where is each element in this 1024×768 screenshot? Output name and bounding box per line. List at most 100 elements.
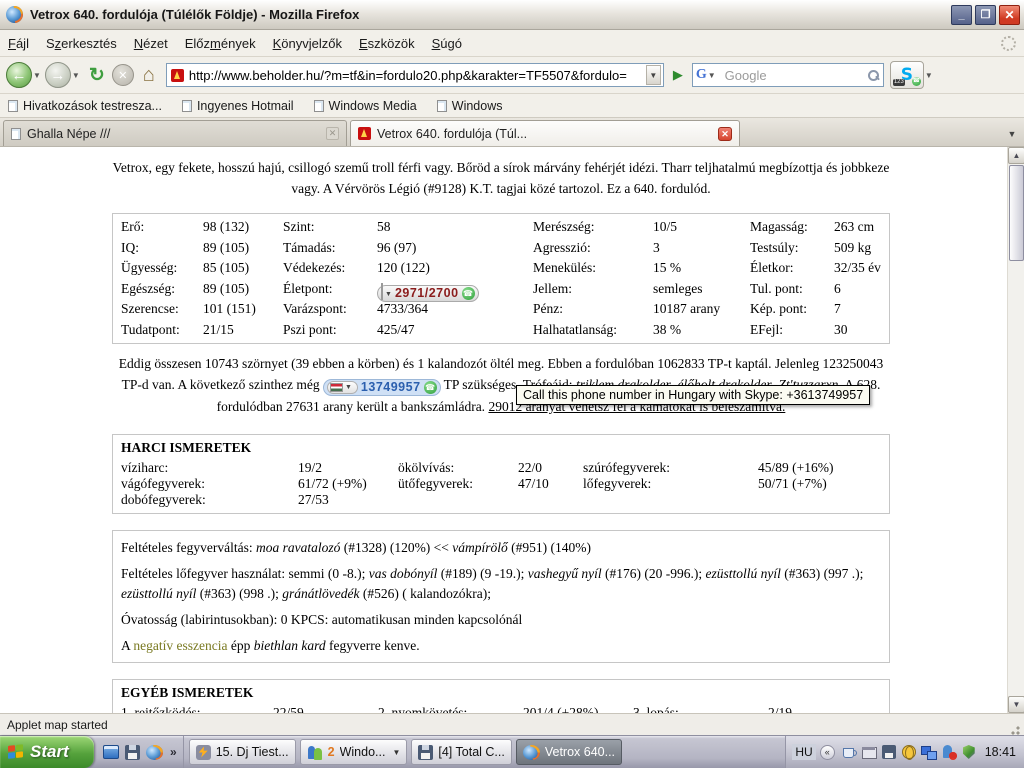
quick-launch-overflow[interactable]: » <box>170 745 177 759</box>
network-icon[interactable] <box>921 744 937 760</box>
vertical-scrollbar[interactable]: ▲ ▼ <box>1007 147 1024 713</box>
bookmark-label: Hivatkozások testresza... <box>23 99 162 113</box>
menu-knyvjelzk[interactable]: Könyvjelzők <box>273 36 342 51</box>
flag-dropdown-caret[interactable]: ▼ <box>345 377 352 398</box>
search-placeholder[interactable]: Google <box>725 68 867 83</box>
stat-cell: Jellem: <box>533 279 653 300</box>
tab-list-dropdown[interactable]: ▼ <box>1003 123 1021 145</box>
window-title: Vetrox 640. fordulója (Túlélők Földje) -… <box>30 7 948 22</box>
restore-button[interactable]: ❐ <box>975 5 996 25</box>
stat-cell: IQ: <box>121 238 203 259</box>
stat-cell: Életpont: <box>283 279 377 300</box>
stat-cell: Egészség: <box>121 279 203 300</box>
java-icon[interactable] <box>841 744 857 760</box>
bookmark-item-1[interactable]: Ingyenes Hotmail <box>182 99 294 113</box>
flag-dropdown-caret[interactable]: ▼ <box>385 291 392 298</box>
tab-0[interactable]: Ghalla Népe ///✕ <box>3 120 347 146</box>
task-button-3[interactable]: Vetrox 640... <box>516 739 622 765</box>
stat-cell: Életkor: <box>750 258 834 279</box>
other-skills-grid: 1. rejtőzködés:22/592. nyomkövetés:201/4… <box>113 703 889 713</box>
menu-sg[interactable]: Súgó <box>432 36 462 51</box>
scroll-up-arrow[interactable]: ▲ <box>1008 147 1024 164</box>
stat-cell: Pszi pont: <box>283 320 377 341</box>
skype-call-icon[interactable]: ☎ <box>462 287 475 300</box>
text-segment: vas dobónyíl <box>369 566 438 581</box>
task-button-2[interactable]: [4] Total C... <box>411 739 511 765</box>
task-group-dropdown[interactable]: ▼ <box>392 748 400 757</box>
menu-elzmnyek[interactable]: Előzmények <box>185 36 256 51</box>
close-button[interactable]: ✕ <box>999 5 1020 25</box>
task-button-0[interactable]: 15. Dj Tiest... <box>189 739 296 765</box>
stat-cell: semleges <box>653 279 750 300</box>
floppy-icon[interactable] <box>125 745 140 760</box>
home-button[interactable]: ⌂ <box>137 62 161 88</box>
start-button[interactable]: Start <box>0 736 94 768</box>
stop-button[interactable]: ✕ <box>111 62 135 88</box>
skype-call-icon[interactable]: ☎ <box>424 381 437 394</box>
conditional-line-1: Feltételes lőfegyver használat: semmi (0… <box>121 564 881 604</box>
skype-dropdown-caret[interactable]: ▼ <box>925 71 933 80</box>
user-blocked-icon[interactable] <box>941 744 957 760</box>
tray-chevron-icon[interactable]: « <box>820 745 835 760</box>
reload-button[interactable]: ↻ <box>85 62 109 88</box>
combat-skill-cell: dobófegyverek: <box>121 492 298 508</box>
stat-cell: Menekülés: <box>533 258 653 279</box>
scrollbar-thumb[interactable] <box>1009 165 1024 261</box>
tray-floppy[interactable] <box>881 744 897 760</box>
text-segment: (#363) (997 .); <box>781 566 863 581</box>
bookmark-item-0[interactable]: Hivatkozások testresza... <box>8 99 162 113</box>
tab-close-icon[interactable]: ✕ <box>326 127 339 140</box>
menu-nzet[interactable]: Nézet <box>134 36 168 51</box>
minimized-window-icon[interactable] <box>861 744 877 760</box>
tab-1[interactable]: Vetrox 640. fordulója (Túl...✕ <box>350 120 740 146</box>
search-engine-dropdown[interactable]: ▼ <box>708 71 716 80</box>
search-icon[interactable] <box>867 69 880 82</box>
task-button-1[interactable]: 2Windo...▼ <box>300 739 408 765</box>
text-segment: épp <box>227 638 253 653</box>
bookmark-item-2[interactable]: Windows Media <box>314 99 417 113</box>
taskbar-clock: 18:41 <box>985 745 1016 759</box>
firefox-icon[interactable] <box>146 745 163 760</box>
winamp-icon <box>196 745 211 760</box>
text-segment: biethlan kard <box>254 638 326 653</box>
go-button[interactable]: ▶ <box>667 63 689 87</box>
resize-grip[interactable] <box>1008 723 1020 735</box>
shield-icon[interactable] <box>961 744 977 760</box>
conditional-line-2: Óvatosság (labirintusokban): 0 KPCS: aut… <box>121 610 881 630</box>
text-segment: moa ravatalozó <box>256 540 340 555</box>
combat-skills-grid: víziharc:19/2ökölvívás:22/0szúrófegyvere… <box>113 458 889 508</box>
tab-close-icon[interactable]: ✕ <box>718 127 732 141</box>
scroll-down-arrow[interactable]: ▼ <box>1008 696 1024 713</box>
other-skill-cell: 2/19 <box>768 705 889 713</box>
stat-cell: 30 <box>834 320 889 341</box>
stat-cell: 58 <box>377 217 533 238</box>
url-history-dropdown[interactable]: ▼ <box>646 65 661 85</box>
skype-toolbar-button[interactable]: S 123 ☎ <box>890 61 924 89</box>
forward-dropdown-caret[interactable]: ▼ <box>72 71 80 80</box>
forward-button[interactable]: → <box>45 62 71 88</box>
site-favicon <box>171 69 184 82</box>
tab-label: Vetrox 640. fordulója (Túl... <box>377 127 718 141</box>
show-desktop-icon[interactable] <box>103 745 119 759</box>
back-button[interactable]: ← <box>6 62 32 88</box>
minimize-button[interactable]: _ <box>951 5 972 25</box>
menu-fjl[interactable]: Fájl <box>8 36 29 51</box>
conditional-settings-box: Feltételes fegyverváltás: moa ravatalozó… <box>112 530 890 663</box>
combat-skill-cell: ökölvívás: <box>398 460 518 476</box>
address-bar[interactable]: http://www.beholder.hu/?m=tf&in=fordulo2… <box>166 63 664 87</box>
essence-link[interactable]: negatív esszencia <box>133 638 227 653</box>
menu-szerkeszts[interactable]: Szerkesztés <box>46 36 117 51</box>
status-bar: Applet map started <box>0 713 1024 735</box>
menu-eszkzk[interactable]: Eszközök <box>359 36 415 51</box>
language-indicator[interactable]: HU <box>792 744 815 760</box>
stat-cell: 263 cm <box>834 217 889 238</box>
stat-cell: Erő: <box>121 217 203 238</box>
search-bar[interactable]: G ▼ Google <box>692 63 884 87</box>
globe-icon[interactable] <box>901 744 917 760</box>
skype-tp-widget[interactable]: ▼13749957☎ <box>323 379 441 396</box>
bookmark-item-3[interactable]: Windows <box>437 99 503 113</box>
url-text[interactable]: http://www.beholder.hu/?m=tf&in=fordulo2… <box>189 68 646 83</box>
taskbar: Start » 15. Dj Tiest...2Windo...▼[4] Tot… <box>0 735 1024 768</box>
other-skill-cell: 22/59 <box>273 705 378 713</box>
back-dropdown-caret[interactable]: ▼ <box>33 71 41 80</box>
